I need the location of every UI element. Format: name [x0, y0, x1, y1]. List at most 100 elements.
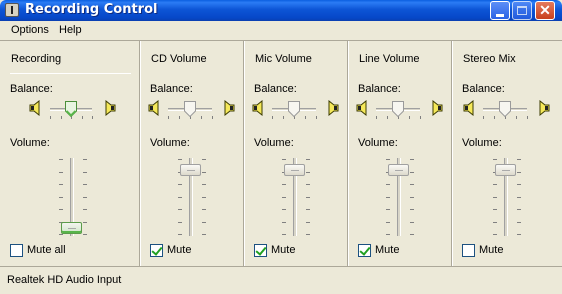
volume-tick: [306, 234, 310, 235]
balance-tick: [50, 116, 51, 119]
volume-tick: [386, 221, 390, 223]
channel-title: Line Volume: [359, 53, 420, 65]
volume-tick: [386, 159, 390, 160]
balance-thumb[interactable]: [65, 101, 77, 118]
speaker-right-icon: [536, 99, 550, 117]
volume-tick: [83, 234, 87, 235]
menu-help[interactable]: Help: [59, 24, 82, 36]
volume-tick: [410, 221, 414, 223]
balance-tick: [494, 116, 495, 119]
thumb-grip: [502, 170, 510, 171]
volume-tick: [306, 209, 310, 210]
channel-separator: [243, 41, 245, 266]
balance-label: Balance:: [10, 83, 53, 95]
channel-title: CD Volume: [151, 53, 207, 65]
balance-tick: [283, 116, 284, 119]
speaker-left-icon: [29, 99, 43, 117]
title-bar[interactable]: Recording Control ✕: [0, 0, 562, 21]
volume-tick: [83, 221, 87, 223]
volume-tick: [202, 196, 206, 198]
volume-tick: [178, 184, 182, 185]
channel-title: Recording: [11, 53, 62, 65]
minimize-icon: [496, 13, 504, 17]
volume-tick: [59, 196, 63, 198]
volume-tick: [493, 184, 497, 185]
balance-label: Balance:: [150, 83, 193, 95]
balance-tick: [409, 116, 410, 119]
volume-tick: [410, 159, 414, 160]
mute-checkbox[interactable]: [150, 244, 163, 257]
volume-tick: [517, 209, 521, 210]
volume-tick: [306, 171, 310, 173]
app-icon[interactable]: [5, 3, 19, 17]
balance-tick: [316, 116, 317, 119]
volume-label: Volume:: [358, 137, 398, 149]
mute-checkbox[interactable]: [254, 244, 267, 257]
balance-thumb[interactable]: [499, 101, 511, 118]
channel-separator: [451, 41, 453, 266]
mute-checkbox[interactable]: [358, 244, 371, 257]
volume-tick: [517, 234, 521, 235]
volume-thumb[interactable]: [180, 164, 201, 176]
balance-tick: [483, 116, 484, 119]
balance-tick: [92, 116, 93, 119]
mute-label[interactable]: Mute: [375, 244, 399, 256]
volume-tick: [202, 159, 206, 160]
volume-tick: [282, 234, 286, 235]
balance-tick: [387, 116, 388, 119]
channel-mic-volume: Mic Volume Balance: Volume: Mute: [244, 41, 348, 266]
volume-tick: [59, 209, 63, 210]
thumb-grip: [68, 228, 76, 229]
volume-thumb[interactable]: [388, 164, 409, 176]
volume-tick: [83, 184, 87, 185]
volume-tick: [386, 234, 390, 235]
volume-tick: [59, 234, 63, 235]
volume-tick: [282, 221, 286, 223]
speaker-right-icon: [221, 99, 235, 117]
volume-tick: [202, 171, 206, 173]
volume-tick: [59, 184, 63, 185]
mute-label[interactable]: Mute: [271, 244, 295, 256]
thumb-grip: [395, 170, 403, 171]
volume-thumb[interactable]: [495, 164, 516, 176]
balance-tick: [305, 116, 306, 119]
channel-cd-volume: CD Volume Balance: Volume: Mute: [140, 41, 244, 266]
volume-tick: [178, 221, 182, 223]
thumb-grip: [291, 170, 299, 171]
volume-thumb[interactable]: [61, 222, 82, 234]
channel-title: Mic Volume: [255, 53, 312, 65]
volume-thumb[interactable]: [284, 164, 305, 176]
mute-checkbox[interactable]: [462, 244, 475, 257]
maximize-icon: [517, 6, 527, 15]
mute-checkbox[interactable]: [10, 244, 23, 257]
mute-label[interactable]: Mute: [479, 244, 503, 256]
balance-thumb[interactable]: [288, 101, 300, 118]
volume-tick: [386, 209, 390, 210]
speaker-right-icon: [325, 99, 339, 117]
volume-tick: [202, 234, 206, 235]
channel-separator: [139, 41, 141, 266]
balance-label: Balance:: [254, 83, 297, 95]
mute-label[interactable]: Mute: [167, 244, 191, 256]
balance-thumb[interactable]: [392, 101, 404, 118]
mute-label[interactable]: Mute all: [27, 244, 66, 256]
volume-tick: [83, 171, 87, 173]
channel-title-rule: [10, 73, 131, 74]
volume-tick: [493, 234, 497, 235]
volume-tick: [493, 221, 497, 223]
balance-tick: [61, 116, 62, 119]
maximize-button[interactable]: [512, 1, 532, 20]
minimize-button[interactable]: [490, 1, 510, 20]
close-button[interactable]: ✕: [535, 1, 555, 20]
volume-tick: [517, 159, 521, 160]
menu-bar: Options Help: [0, 21, 562, 40]
volume-tick: [410, 209, 414, 210]
channel-separator: [347, 41, 349, 266]
balance-tick: [527, 116, 528, 119]
balance-thumb[interactable]: [184, 101, 196, 118]
menu-options[interactable]: Options: [11, 24, 49, 36]
volume-tick: [410, 196, 414, 198]
volume-tick: [493, 196, 497, 198]
balance-tick: [168, 116, 169, 119]
window-title: Recording Control: [25, 2, 158, 17]
